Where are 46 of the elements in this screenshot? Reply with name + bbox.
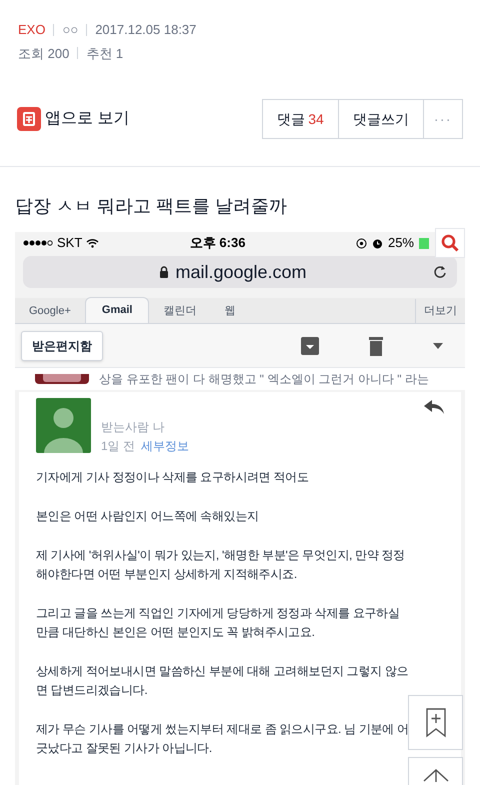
archive-icon[interactable]	[301, 336, 319, 354]
back-to-inbox-button[interactable]: 받은편지함	[21, 330, 103, 360]
reply-icon[interactable]	[424, 400, 444, 414]
address-bar[interactable]: mail.google.com	[23, 256, 457, 288]
comments-button[interactable]: 댓글 34	[263, 100, 339, 138]
browser-tab[interactable]: 캘린더	[149, 299, 210, 323]
email-paragraph: 상세하게 적어보내시면 말씀하신 부분에 대해 고려해보던지 그렇지 않으면 답변드리겠습니다.	[36, 663, 410, 699]
message-preview: 상을 유포한 팬이 다 해명했고 " 엑소엘이 그런거 아니다 " 라는	[99, 371, 429, 388]
email-paragraph: 본인은 어떤 사람인지 어느쪽에 속해있는지	[36, 508, 260, 525]
post-date: 2017.12.05 18:37	[95, 21, 196, 39]
details-link[interactable]: 세부정보	[141, 437, 190, 456]
status-time: 오후 6:36	[190, 234, 246, 252]
battery-percent: 25%	[388, 234, 414, 252]
browser-tab[interactable]: Gmail	[84, 297, 150, 323]
more-tab[interactable]: 더보기	[415, 299, 465, 323]
search-button[interactable]	[435, 228, 465, 258]
signal-icon	[23, 240, 53, 246]
carrier-name: SKT	[57, 234, 82, 252]
browser-tab[interactable]: 웹	[210, 299, 250, 323]
view-count: 조회 200	[18, 44, 70, 62]
category-label: ○○	[62, 21, 78, 39]
email-paragraph: 그리고 글을 쓰는게 직업인 기자에게 당당하게 정정과 삭제를 요구하실 만큼 대단하신 본인은 어떤 분인지도 꼭 밝혀주시고요.	[36, 605, 401, 641]
write-comment-button[interactable]: 댓글쓰기	[338, 100, 424, 138]
wifi-icon	[86, 238, 100, 248]
email-paragraph: 제가 무슨 기사를 어떻게 썼는지부터 제대로 좀 읽으시구요. 님 기분에 어긋났다고 잘못된 기사가 아닙니다.	[36, 721, 410, 757]
email-time: 1일 전	[101, 438, 136, 455]
scroll-top-button[interactable]	[408, 757, 463, 785]
app-view-link[interactable]: 앱으로 보기	[17, 107, 130, 131]
bookmark-plus-icon	[424, 708, 446, 738]
browser-tab[interactable]: Google+	[15, 299, 85, 323]
trash-icon[interactable]	[369, 336, 383, 356]
email-paragraph: 기자에게 기사 정정이나 삭제를 요구하시려면 적어도	[36, 469, 310, 486]
recipient-label: 받는사람 나	[101, 419, 166, 436]
url-text: mail.google.com	[175, 260, 307, 284]
caret-icon[interactable]	[433, 342, 443, 348]
app-logo-icon	[17, 107, 41, 131]
email-paragraph: 제 기사에 '허위사실'이 뭐가 있는지, '해명한 부분'은 무엇인지, 만약 정정해야한다면 어떤 부분인지 상세하게 지적해주시죠.	[36, 547, 406, 583]
bookmark-add-button[interactable]	[408, 695, 463, 750]
reload-icon[interactable]	[433, 264, 447, 280]
recommend-count: 추천 1	[86, 44, 124, 62]
search-icon	[441, 234, 459, 252]
battery-icon	[419, 238, 429, 248]
lock-icon	[159, 266, 170, 278]
author-name[interactable]: EXO	[18, 20, 46, 40]
chevron-up-icon	[422, 768, 448, 782]
post-title: 답장 ㅅㅂ 뭐라고 팩트를 날려줄까	[14, 195, 288, 218]
